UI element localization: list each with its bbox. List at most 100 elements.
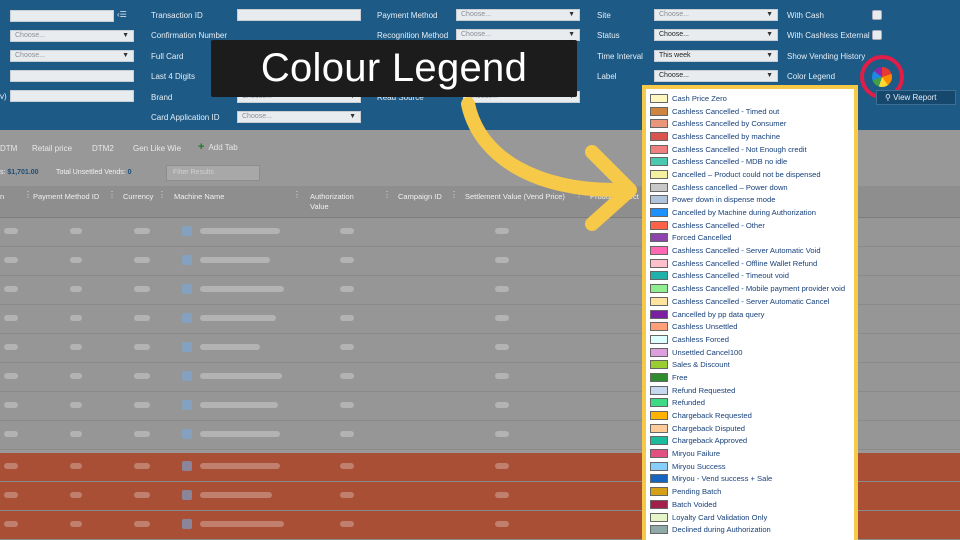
legend-swatch	[650, 106, 668, 116]
legend-swatch	[650, 271, 668, 281]
legend-item: Cashless Cancelled - Server Automatic Vo…	[650, 244, 850, 257]
unsettled-summary: Total Unsettled Vends: 0	[56, 169, 132, 176]
legend-item: Refunded	[650, 397, 850, 410]
legend-label: Cancelled by pp data query	[672, 309, 765, 319]
legend-swatch	[650, 360, 668, 370]
legend-item: Unsettled Cancel100	[650, 346, 850, 359]
left-toggle-icon[interactable]: ‹☰	[117, 10, 127, 19]
show-vending-history-label: Show Vending History	[787, 52, 866, 61]
legend-item: Cashless Cancelled - Offline Wallet Refu…	[650, 257, 850, 270]
column-menu-icon[interactable]: ⋮	[383, 190, 391, 199]
left-input-3[interactable]	[10, 70, 134, 82]
legend-item: Chargeback Requested	[650, 409, 850, 422]
tab-dtm2[interactable]: DTM2	[92, 144, 114, 153]
color-legend-popup: Cash Price Zero Cashless Cancelled - Time…	[642, 85, 858, 540]
legend-label: Cashless Forced	[672, 334, 729, 344]
legend-label: Cashless Cancelled - Other	[672, 220, 765, 230]
tab-gen-like-wie[interactable]: Gen Like Wie	[133, 144, 181, 153]
legend-label: Cashless Cancelled - MDB no idle	[672, 157, 788, 167]
legend-item: Cashless Cancelled - Mobile payment prov…	[650, 282, 850, 295]
legend-label: Miryou Failure	[672, 449, 721, 459]
legend-item: Cashless Cancelled - Timed out	[650, 105, 850, 118]
legend-swatch	[650, 157, 668, 167]
column-header-campaign-id[interactable]: Campaign ID	[398, 192, 442, 202]
legend-label: Cashless Cancelled - Timed out	[672, 106, 780, 116]
last4-label: Last 4 Digits	[151, 72, 196, 81]
legend-item: Cashless Forced	[650, 333, 850, 346]
with-cash-checkbox[interactable]	[872, 10, 882, 20]
tab-retail-price[interactable]: Retail price	[32, 144, 72, 153]
legend-label: Refund Requested	[672, 385, 736, 395]
transaction-id-input[interactable]	[237, 9, 361, 21]
site-label: Site	[597, 11, 611, 20]
legend-label: Chargeback Approved	[672, 436, 748, 446]
time-interval-select[interactable]: This week ▼	[654, 50, 778, 62]
legend-item: Cancelled – Product could not be dispens…	[650, 168, 850, 181]
brand-label: Brand	[151, 93, 173, 102]
legend-label: Cashless Cancelled by Consumer	[672, 119, 787, 129]
column-menu-icon[interactable]: ⋮	[108, 190, 116, 199]
legend-label: Chargeback Requested	[672, 411, 752, 421]
column-header-product-select[interactable]: Product Select	[590, 192, 639, 202]
legend-swatch	[650, 246, 668, 256]
with-cashless-external-checkbox[interactable]	[872, 30, 882, 40]
legend-swatch	[650, 93, 668, 103]
payment-method-select-value: Choose...	[461, 11, 491, 18]
tab-dtm[interactable]: DTM	[0, 144, 17, 153]
left-input-4[interactable]	[10, 90, 134, 102]
legend-swatch	[650, 258, 668, 268]
left-choose-select-1[interactable]: Choose... ▼	[10, 30, 134, 42]
column-header-n[interactable]: n	[0, 192, 4, 202]
legend-label: Cashless Cancelled - Offline Wallet Refu…	[672, 258, 818, 268]
legend-label: Miryou Success	[672, 461, 726, 471]
legend-swatch	[650, 309, 668, 319]
legend-item: Loyalty Card Validation Only	[650, 511, 850, 524]
column-menu-icon[interactable]: ⋮	[158, 190, 166, 199]
legend-item: Cancelled by pp data query	[650, 308, 850, 321]
label-select[interactable]: Choose... ▼	[654, 70, 778, 82]
legend-item: Refund Requested	[650, 384, 850, 397]
legend-swatch	[650, 487, 668, 497]
recognition-method-select-value: Choose...	[461, 31, 491, 38]
legend-label: Cashless cancelled – Power down	[672, 182, 788, 192]
left-fragment-label: v)	[0, 92, 7, 101]
left-choose-select-2[interactable]: Choose... ▼	[10, 50, 134, 62]
chevron-down-icon: ▼	[766, 52, 773, 59]
column-header-machine-name[interactable]: Machine Name	[174, 192, 224, 202]
filter-results-input[interactable]: Filter Results	[166, 165, 260, 181]
legend-item: Miryou - Vend success + Sale	[650, 473, 850, 486]
label-label: Label	[597, 72, 617, 81]
payment-method-select[interactable]: Choose... ▼	[456, 9, 580, 21]
column-menu-icon[interactable]: ⋮	[575, 190, 583, 199]
column-header-currency[interactable]: Currency	[123, 192, 153, 202]
legend-item: Cashless Cancelled by Consumer	[650, 117, 850, 130]
color-wheel-icon	[872, 67, 892, 87]
legend-label: Chargeback Disputed	[672, 423, 746, 433]
column-header-payment-method-id[interactable]: Payment Method ID	[33, 192, 105, 202]
legend-swatch	[650, 512, 668, 522]
time-interval-label: Time Interval	[597, 52, 643, 61]
legend-label: Pending Batch	[672, 487, 722, 497]
legend-label: Cancelled – Product could not be dispens…	[672, 169, 821, 179]
view-report-button[interactable]: ⚲ View Report	[876, 90, 956, 105]
legend-item: Cashless Cancelled - MDB no idle	[650, 155, 850, 168]
left-search-input[interactable]	[10, 10, 114, 22]
legend-item: Cashless Cancelled - Timeout void	[650, 270, 850, 283]
legend-label: Loyalty Card Validation Only	[672, 512, 768, 522]
status-select[interactable]: Choose... ▼	[654, 29, 778, 41]
full-card-label: Full Card	[151, 52, 184, 61]
site-select[interactable]: Choose... ▼	[654, 9, 778, 21]
legend-swatch	[650, 119, 668, 129]
legend-swatch	[650, 220, 668, 230]
card-application-id-select[interactable]: Choose... ▼	[237, 111, 361, 123]
page-title: Colour Legend	[260, 46, 528, 90]
column-menu-icon[interactable]: ⋮	[24, 190, 32, 199]
legend-item: Cashless Cancelled - Other	[650, 219, 850, 232]
column-header-authorization-value[interactable]: Authorization Value	[310, 192, 370, 212]
add-tab-button[interactable]: + Add Tab	[198, 141, 238, 153]
column-header-settlement-value[interactable]: Settlement Value (Vend Price)	[465, 192, 565, 202]
legend-item: Miryou Failure	[650, 447, 850, 460]
column-menu-icon[interactable]: ⋮	[450, 190, 458, 199]
column-menu-icon[interactable]: ⋮	[293, 190, 301, 199]
left-choose-select-2-value: Choose...	[15, 52, 45, 59]
